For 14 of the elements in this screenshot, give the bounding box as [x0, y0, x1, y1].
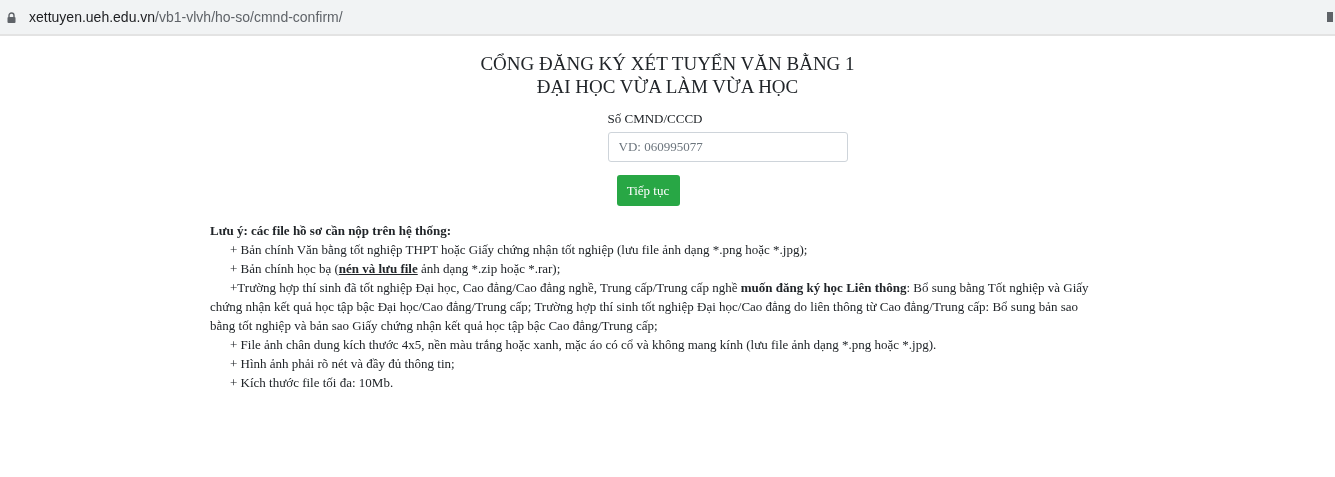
note-item: + Hình ảnh phải rõ nét và đầy đủ thông tin; — [229, 355, 456, 373]
id-number-field[interactable]: VD: 060995077 — [607, 132, 848, 162]
note-heading: Lưu ý: các file hồ sơ cần nộp trên hệ thống: — [210, 222, 453, 240]
field-label: Số CMND/CCCD — [607, 110, 703, 127]
note-item: + Bản chính Văn bằng tốt nghiệp THPT hoặc Giấy chứng nhận tốt nghiệp (lưu file ảnh dạng *.png hoặc *.jpg); — [229, 241, 809, 259]
note-item: +Trường hợp thí sinh đã tốt nghiệp Đại học, Cao đẳng/Cao đẳng nghề, Trung cấp/Trung cấp nghề muốn đăng ký học Liên thông: Bổ sung bằng Tốt nghiệp và Giấy chứng nhận kết quả học tập bậc Đại học/Cao đẳng/Trung cấp; Trường hợp thí sinh tốt nghiệp Đại học/Cao đẳng do liên thông từ Cao đẳng/Trung cấp: Bổ sung bản sao bằng tốt nghiệp và bản sao Giấy chứng nhận kết quả học tập bậc Cao đẳng/Trung cấp; — [210, 279, 1090, 335]
note-item: + Bản chính học bạ (nén và lưu file ảnh dạng *.zip hoặc *.rar); — [229, 260, 562, 278]
note-item: + Kích thước file tối đa: 10Mb. — [229, 374, 395, 392]
note-item: + File ảnh chân dung kích thước 4x5, nền màu trắng hoặc xanh, mặc áo có cổ và không mang kính (lưu file ảnh dạng *.png hoặc *.jpg). — [229, 336, 938, 354]
url-text: xettuyen.ueh.edu.vn/vb1-vlvh/ho-so/cmnd-confirm/ — [29, 7, 343, 27]
page-title: ĐẠI HỌC VỪA LÀM VỪA HỌC — [536, 75, 799, 98]
lock-icon — [7, 11, 16, 23]
page-title: CỔNG ĐĂNG KÝ XÉT TUYỂN VĂN BẰNG 1 — [480, 52, 855, 75]
address-bar[interactable]: xettuyen.ueh.edu.vn/vb1-vlvh/ho-so/cmnd-confirm/ — [0, 0, 1335, 36]
